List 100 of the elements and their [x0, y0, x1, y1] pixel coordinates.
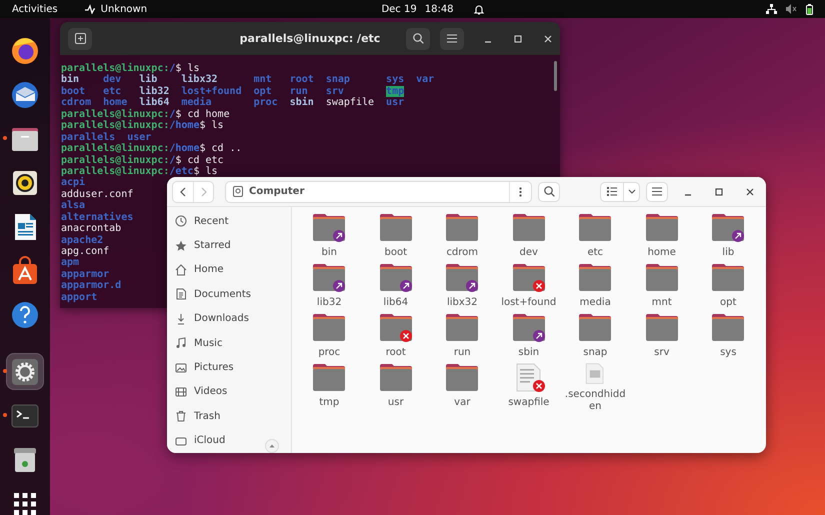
folder-icon[interactable]	[712, 213, 744, 243]
maximize-icon[interactable]	[715, 188, 723, 196]
scrollbar[interactable]	[554, 61, 557, 91]
file-name: parallels	[61, 132, 116, 143]
file-name[interactable]: cdrom	[430, 247, 494, 259]
folder-icon[interactable]	[512, 213, 545, 243]
volume-icon[interactable]	[786, 4, 797, 14]
battery-icon[interactable]	[806, 4, 813, 14]
folder-icon[interactable]	[579, 313, 612, 343]
menu-button[interactable]	[646, 182, 668, 202]
file-name[interactable]: lib64	[364, 297, 428, 309]
folder-icon[interactable]	[313, 363, 346, 393]
folder-icon[interactable]	[446, 363, 478, 393]
folder-icon[interactable]	[646, 263, 678, 293]
indicator-button[interactable]: Unknown	[84, 4, 148, 14]
sidebar-item[interactable]: Trash	[175, 404, 291, 429]
file-name[interactable]: usr	[364, 397, 428, 409]
search-icon	[544, 186, 554, 197]
file-name[interactable]: .secondhidden	[563, 389, 628, 413]
sidebar-item[interactable]: Starred	[175, 233, 291, 258]
dock-item[interactable]	[6, 353, 44, 390]
file-name[interactable]: bin	[297, 247, 362, 259]
file-name[interactable]: sbin	[496, 347, 561, 359]
sidebar-item[interactable]: Home	[175, 258, 291, 282]
folder-icon[interactable]	[512, 313, 545, 343]
file-name[interactable]: run	[430, 347, 494, 359]
list-icon	[607, 187, 617, 196]
sidebar-item[interactable]: iCloud	[175, 428, 291, 453]
folder-icon[interactable]	[380, 313, 412, 343]
clock-button[interactable]: Dec 19 18:48	[381, 4, 454, 14]
list-view-button[interactable]	[600, 182, 624, 202]
file-name[interactable]: dev	[496, 247, 561, 259]
sidebar-item[interactable]: Documents	[175, 282, 291, 307]
network-icon[interactable]	[766, 4, 777, 14]
folder-icon[interactable]	[579, 213, 612, 243]
menu-button[interactable]	[440, 28, 464, 50]
folder-icon[interactable]	[512, 263, 545, 293]
picture-icon	[175, 362, 187, 374]
file-name: alsa	[61, 200, 86, 212]
file-name[interactable]: tmp	[297, 397, 362, 409]
scroll-up-button[interactable]	[265, 439, 279, 453]
folder-icon[interactable]	[380, 263, 412, 293]
file-name[interactable]: swapfile	[496, 397, 561, 409]
prompt-text: parallels@linuxpc:	[61, 154, 170, 166]
file-name[interactable]: snap	[563, 347, 628, 359]
file-name: apport	[61, 292, 98, 303]
sidebar-item[interactable]: Videos	[175, 380, 291, 404]
file-name[interactable]: srv	[630, 347, 694, 359]
view-options-button[interactable]	[624, 182, 640, 202]
location-bar[interactable]: Computer	[225, 180, 532, 202]
folder-icon[interactable]	[313, 213, 346, 243]
search-button[interactable]	[406, 28, 430, 50]
search-button[interactable]	[538, 182, 560, 202]
sidebar-item[interactable]: Pictures	[175, 355, 291, 380]
file-name[interactable]: proc	[297, 347, 362, 359]
folder-icon[interactable]	[380, 213, 412, 243]
command-text: $ cd etc	[175, 154, 224, 166]
file-name[interactable]: lost+found	[496, 297, 561, 309]
folder-icon[interactable]	[313, 263, 346, 293]
file-name: adduser.conf	[61, 188, 134, 200]
folder-icon[interactable]	[712, 313, 744, 343]
file-name[interactable]: home	[630, 247, 694, 259]
folder-icon[interactable]	[446, 213, 478, 243]
folder-icon[interactable]	[712, 263, 744, 293]
sidebar-item[interactable]: Recent	[175, 209, 291, 234]
file-name[interactable]: root	[364, 347, 428, 359]
file-name[interactable]: libx32	[430, 297, 494, 309]
file-name[interactable]: media	[563, 297, 628, 309]
folder-icon[interactable]	[646, 213, 678, 243]
file-name[interactable]: opt	[696, 297, 760, 309]
alarm-icon[interactable]	[474, 4, 484, 14]
drive-icon	[233, 186, 243, 197]
folder-icon[interactable]	[579, 263, 612, 293]
folder-icon[interactable]	[446, 263, 478, 293]
file-name[interactable]: lib32	[297, 297, 362, 309]
new-tab-button[interactable]	[68, 28, 92, 50]
folder-icon[interactable]	[313, 313, 346, 343]
file-name[interactable]: boot	[364, 247, 428, 259]
file-name: run	[290, 86, 308, 97]
path-text: /home	[169, 143, 200, 154]
prompt-text: parallels@linuxpc:	[61, 63, 170, 74]
file-name[interactable]: lib	[696, 247, 760, 259]
prompt-text: parallels@linuxpc:	[61, 120, 170, 132]
file-name: apache2	[61, 234, 104, 246]
file-name: etc	[103, 86, 122, 97]
file-name[interactable]: var	[430, 397, 494, 409]
command-text: $ ls	[199, 120, 224, 132]
folder-icon[interactable]	[646, 313, 678, 343]
close-icon[interactable]	[746, 188, 754, 196]
activities-button[interactable]: Activities	[12, 4, 58, 14]
file-name[interactable]: mnt	[630, 297, 694, 309]
file-name[interactable]: etc	[563, 247, 628, 259]
folder-icon[interactable]	[380, 363, 412, 393]
sidebar-item[interactable]: Music	[175, 330, 291, 356]
file-name: lib	[139, 74, 158, 86]
sidebar-item[interactable]: Downloads	[175, 306, 291, 331]
file-name[interactable]: sys	[696, 347, 760, 359]
pulse-icon	[84, 4, 96, 14]
file-name: cdrom	[61, 97, 92, 108]
folder-icon[interactable]	[446, 313, 478, 343]
